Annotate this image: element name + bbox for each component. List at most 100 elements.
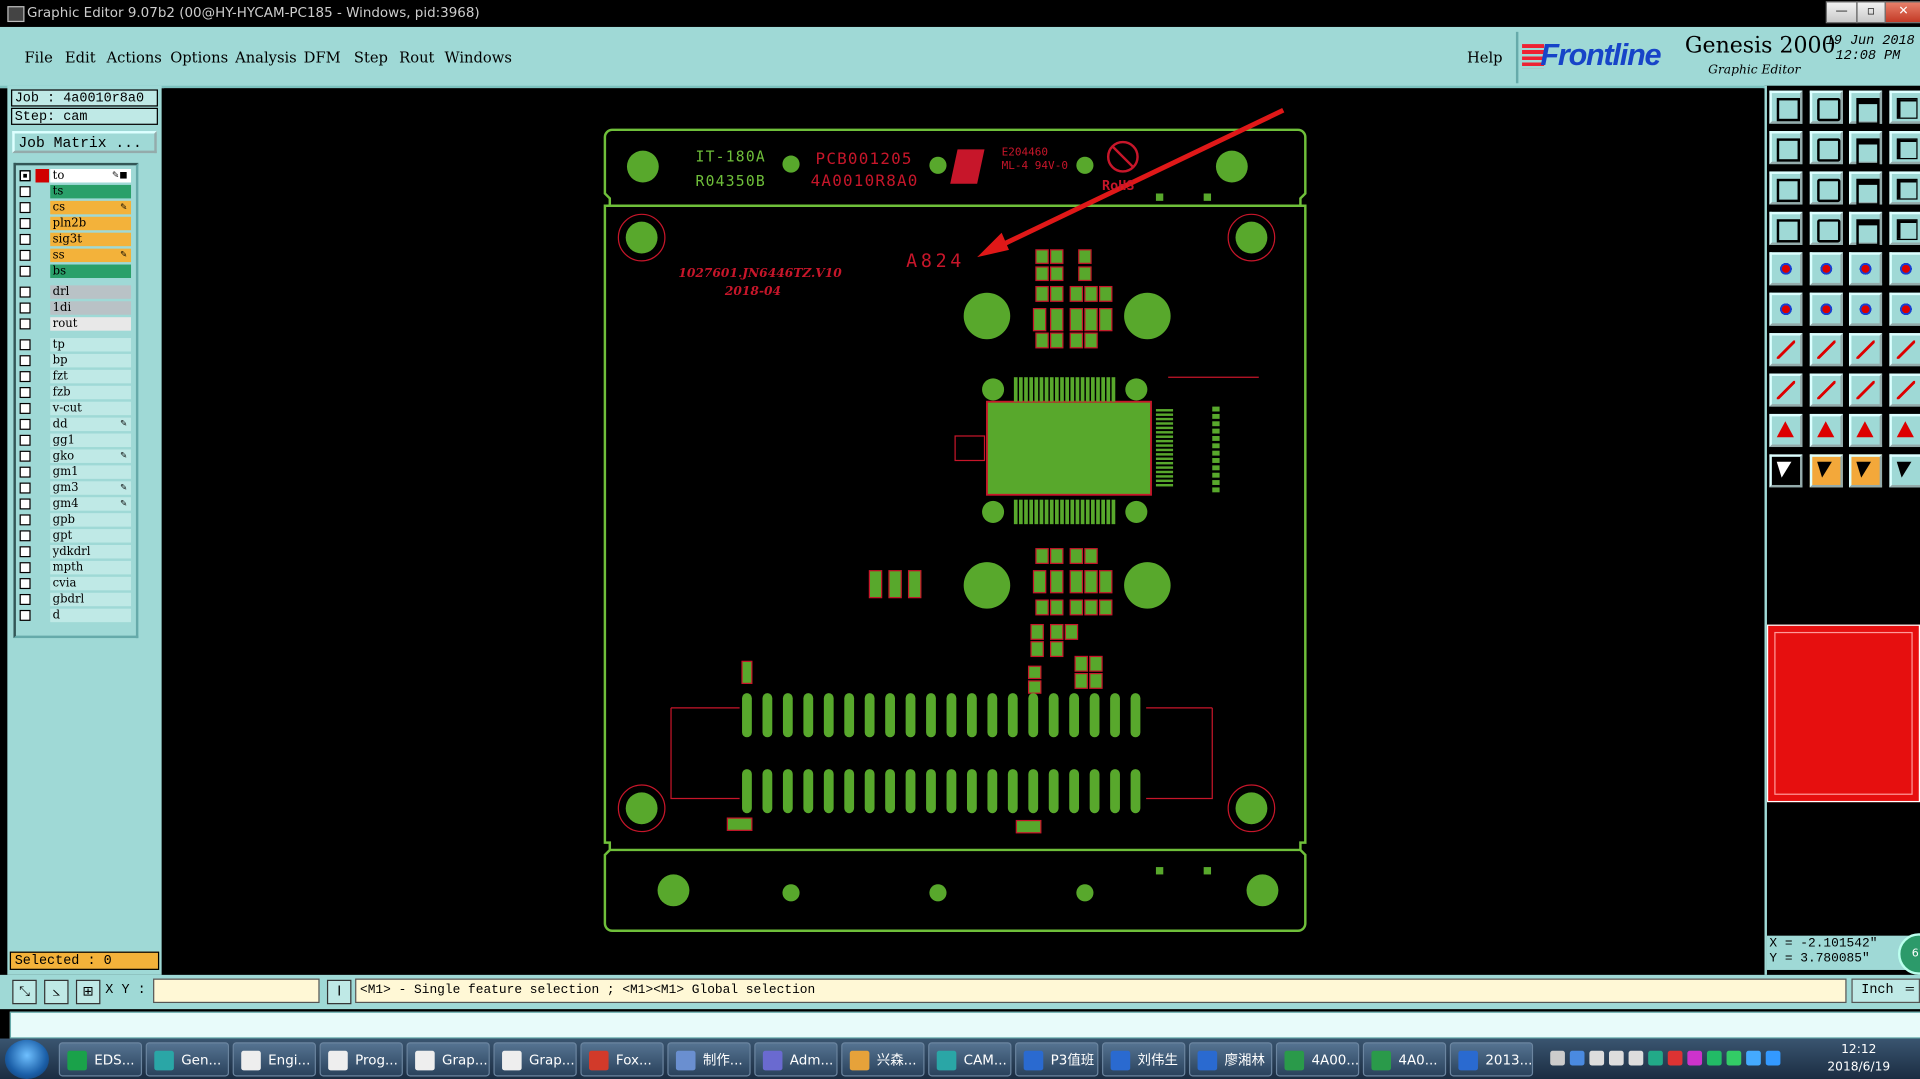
layer-name[interactable]: v-cut (50, 401, 132, 416)
layer-row[interactable]: mpth (18, 560, 133, 576)
node-icon[interactable] (1769, 292, 1803, 326)
layout-icon[interactable] (1888, 90, 1920, 124)
route-icon[interactable] (1888, 454, 1920, 488)
graph-icon[interactable] (1888, 211, 1920, 245)
delete-icon[interactable] (1888, 252, 1920, 286)
units-dropdown[interactable]: Inch ═ (1851, 978, 1920, 1004)
layer-name[interactable]: cvia (50, 576, 132, 591)
help-icon[interactable] (1888, 171, 1920, 205)
layer-row[interactable]: gbdrl (18, 592, 133, 608)
layer-name[interactable]: gm4 ✎ (50, 497, 132, 511)
tray-icon[interactable] (1589, 1050, 1605, 1066)
layer-checkbox[interactable] (19, 233, 31, 245)
layer-checkbox[interactable] (19, 530, 31, 542)
layer-row[interactable]: bp (18, 353, 133, 369)
tray-icon[interactable] (1667, 1050, 1683, 1066)
taskbar-item[interactable]: 制作... (667, 1042, 751, 1077)
layer-checkbox[interactable] (19, 265, 31, 277)
layer-row[interactable]: ts (18, 184, 133, 200)
layer-checkbox[interactable] (19, 466, 31, 478)
tray-icon[interactable] (1765, 1050, 1781, 1066)
layer-name[interactable]: ydkdrl (50, 544, 132, 559)
maximize-button[interactable]: ▫ (1856, 1, 1886, 24)
layer-row[interactable]: gko ✎ (18, 449, 133, 464)
layer-checkbox[interactable] (19, 578, 31, 590)
pcb-canvas[interactable]: IT-180A R04350B PCB001205 4A0010R8A0 E20… (164, 88, 1764, 973)
layer-checkbox[interactable] (19, 402, 31, 414)
layer-name[interactable]: bp (50, 353, 132, 368)
start-button[interactable] (4, 1039, 49, 1079)
taskbar-item[interactable]: Fox... (580, 1042, 664, 1077)
layer-row[interactable]: gm1 (18, 465, 133, 480)
layer-checkbox[interactable] (19, 450, 31, 462)
measure-icon[interactable] (1809, 211, 1843, 245)
layer-checkbox[interactable] (19, 434, 31, 446)
tray-icon[interactable] (1569, 1050, 1585, 1066)
layer-checkbox[interactable] (19, 498, 31, 510)
center-icon[interactable] (1809, 171, 1843, 205)
line-icon[interactable] (1769, 333, 1803, 367)
layer-row[interactable]: ydkdrl (18, 544, 133, 560)
layer-row[interactable]: gm4 ✎ (18, 497, 133, 512)
add-icon[interactable] (1769, 373, 1803, 407)
menu-analysis[interactable]: Analysis (235, 49, 297, 66)
layer-name[interactable]: gpt (50, 529, 132, 543)
pointer-icon[interactable] (1769, 454, 1803, 488)
zoom-in-icon[interactable] (1769, 131, 1803, 165)
tray-icon[interactable] (1648, 1050, 1663, 1066)
xy-input[interactable] (153, 978, 320, 1004)
scale-icon[interactable] (1848, 171, 1883, 206)
layer-name[interactable]: gm1 (50, 465, 132, 479)
layer-row[interactable]: bs (18, 264, 133, 280)
pointer3-icon[interactable] (1848, 454, 1883, 488)
grid-icon[interactable] (1848, 211, 1883, 247)
load-icon[interactable] (1769, 90, 1803, 124)
layer-checkbox[interactable] (19, 482, 31, 494)
layer-name[interactable]: pln2b (50, 216, 132, 231)
layer-name[interactable]: sig3t (50, 232, 132, 247)
layer-row[interactable]: gm3 ✎ (18, 481, 133, 496)
layer-row[interactable]: 1di (18, 301, 133, 316)
layer-checkbox[interactable] (19, 170, 31, 182)
menu-help[interactable]: Help (1467, 49, 1503, 66)
layer-row[interactable]: ss ✎ (18, 248, 133, 264)
poly3-icon[interactable] (1848, 413, 1883, 448)
layer-preview[interactable] (1766, 624, 1920, 803)
layer-row[interactable]: fzt (18, 369, 133, 385)
layer-row[interactable]: cvia (18, 576, 133, 592)
layer-row[interactable]: tp (18, 338, 133, 353)
layer-checkbox[interactable] (19, 249, 31, 261)
layer-name[interactable]: to ✎■ (50, 169, 132, 183)
cursor-icon[interactable]: I (326, 979, 352, 1005)
layer-name[interactable]: cs ✎ (50, 200, 132, 215)
layer-checkbox[interactable] (19, 186, 31, 198)
menu-edit[interactable]: Edit (65, 49, 96, 66)
dim-icon[interactable] (1848, 373, 1883, 407)
snap-icon[interactable] (1769, 211, 1803, 245)
menu-step[interactable]: Step (354, 49, 388, 66)
layer-checkbox[interactable] (19, 355, 31, 367)
taskbar-item[interactable]: CAM... (928, 1042, 1012, 1077)
layer-row[interactable]: pln2b (18, 216, 133, 232)
layer-name[interactable]: gbdrl (50, 592, 132, 607)
layer-row[interactable]: sig3t (18, 232, 133, 248)
arc-icon[interactable] (1848, 333, 1883, 367)
layer-name[interactable]: 1di (50, 301, 132, 315)
layer-checkbox[interactable] (19, 202, 31, 214)
slope-icon[interactable] (1809, 333, 1843, 367)
menu-dfm[interactable]: DFM (304, 49, 341, 66)
layer-checkbox[interactable] (19, 562, 31, 574)
clock[interactable]: 12:12 2018/6/19 (1802, 1042, 1915, 1076)
taskbar-item[interactable]: P3值班 (1015, 1042, 1099, 1077)
tray-icon[interactable] (1726, 1050, 1742, 1066)
layer-name[interactable]: mpth (50, 560, 132, 575)
poly4-icon[interactable] (1888, 413, 1920, 448)
layer-name[interactable]: d (50, 608, 132, 623)
menu-windows[interactable]: Windows (444, 49, 511, 66)
copy-icon[interactable] (1848, 252, 1883, 286)
layer-row[interactable]: gg1 (18, 433, 133, 449)
taskbar-item[interactable]: 4A0... (1362, 1042, 1447, 1077)
taskbar-item[interactable]: 廖湘林 (1188, 1042, 1273, 1077)
layer-row[interactable]: drl (18, 285, 133, 300)
pan-icon[interactable] (1848, 131, 1883, 166)
